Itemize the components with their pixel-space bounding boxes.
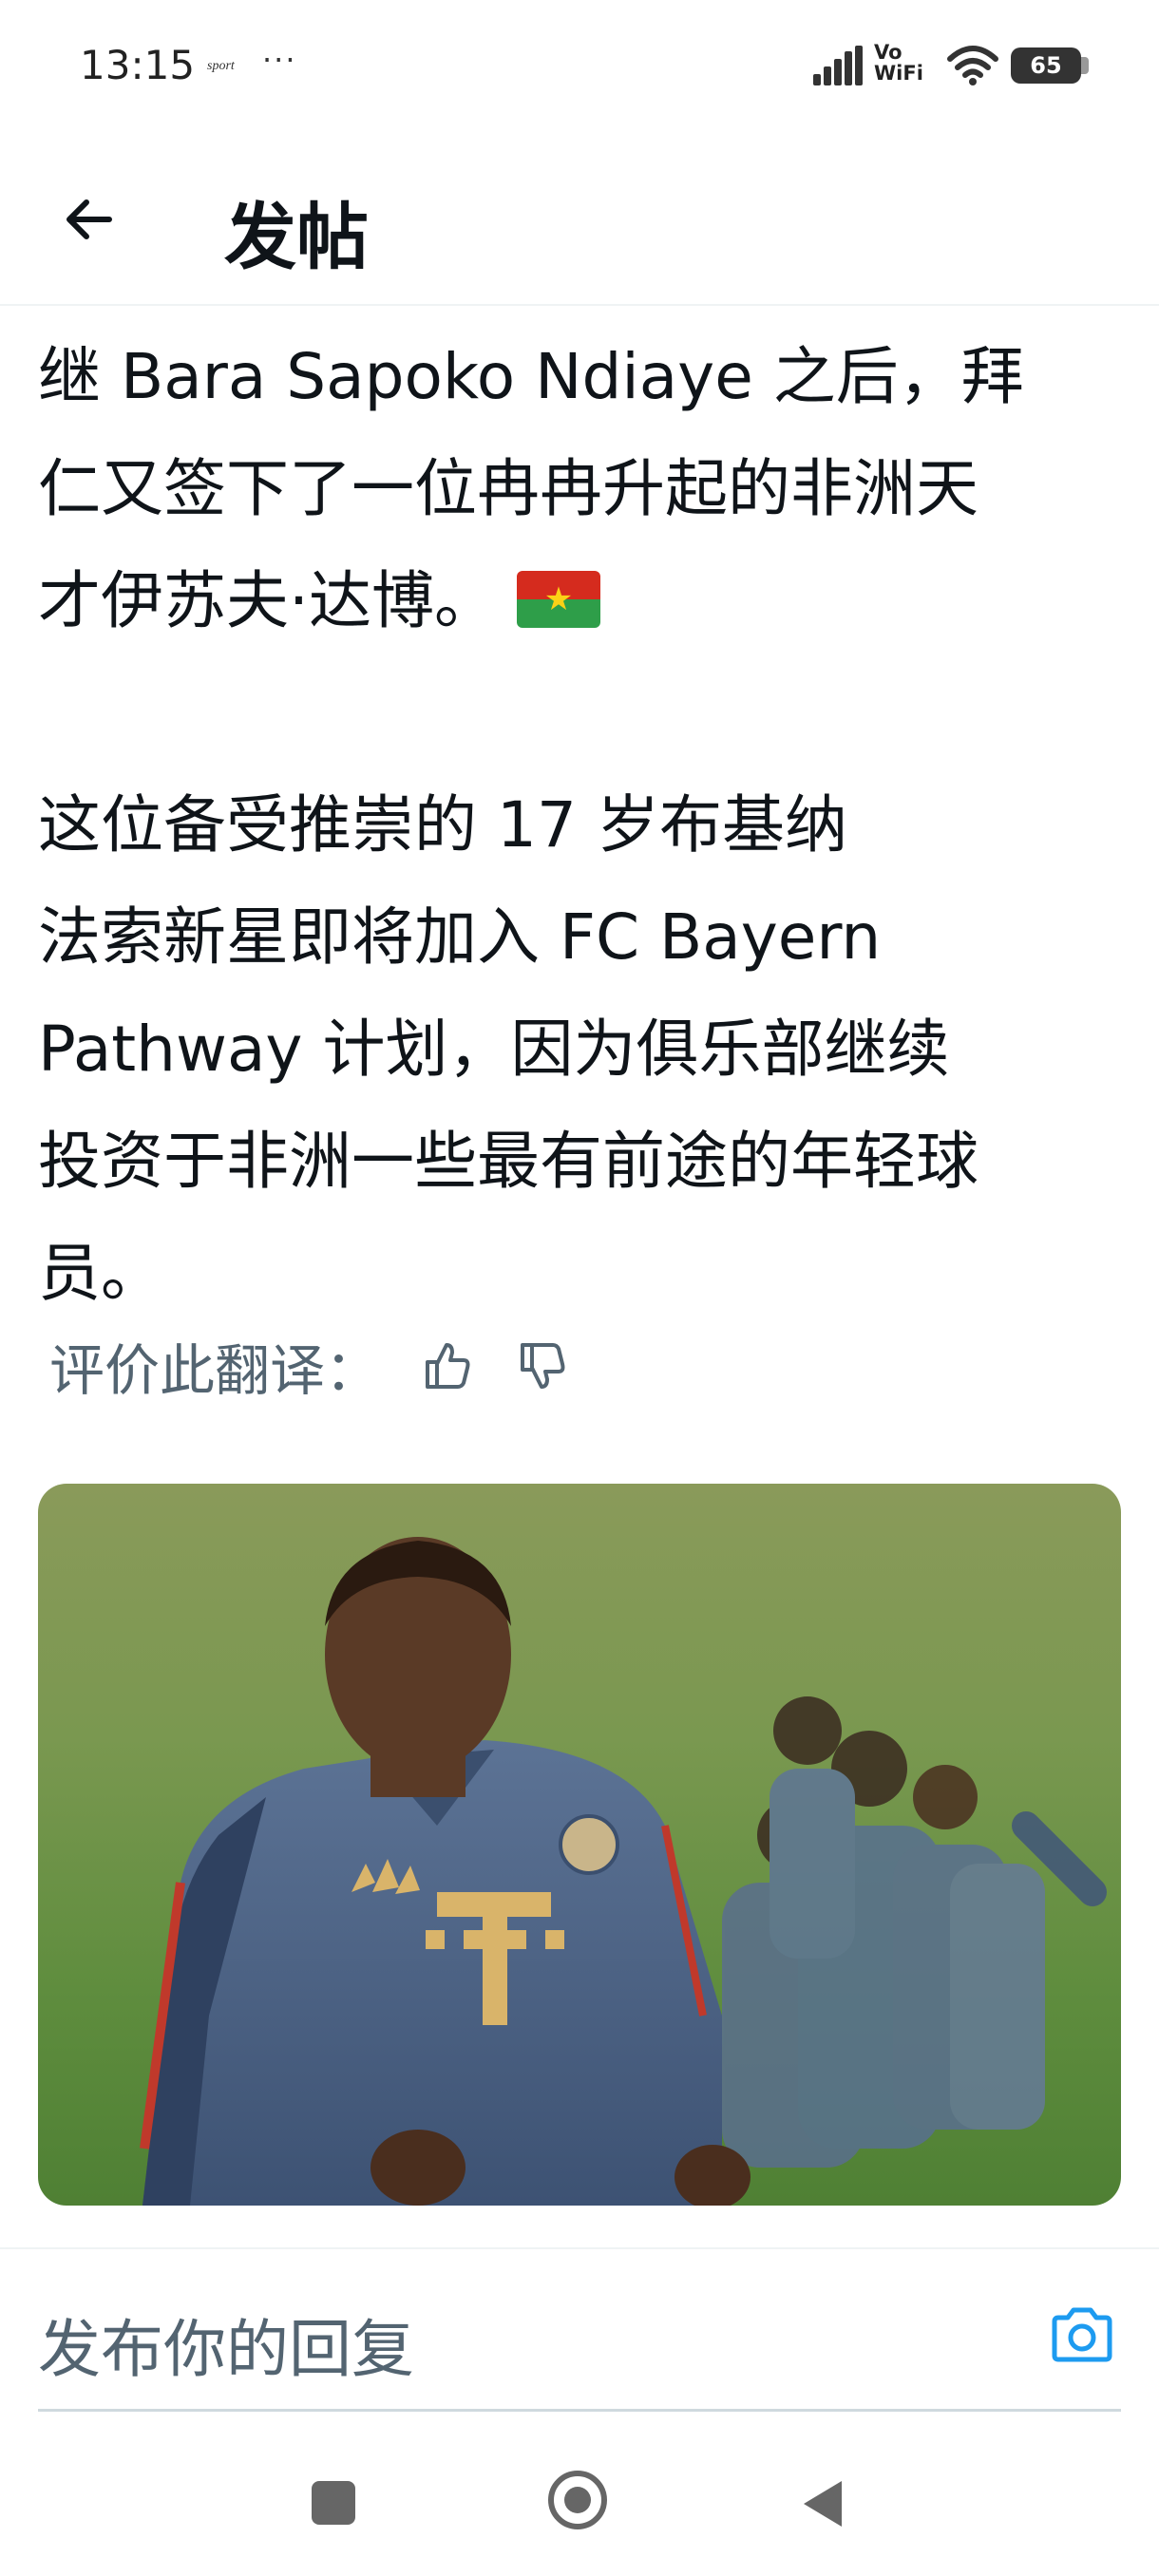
post-line: 这位备受推崇的 17 岁布基纳 bbox=[38, 788, 847, 862]
more-notifications-icon: ··· bbox=[262, 42, 297, 78]
back-button[interactable] bbox=[55, 186, 122, 253]
reply-input[interactable]: 发布你的回复 bbox=[38, 2299, 414, 2390]
post-line: Pathway 计划，因为俱乐部继续 bbox=[38, 1013, 950, 1086]
flag-star: ★ bbox=[543, 580, 574, 618]
thumbs-down-icon[interactable] bbox=[513, 1337, 570, 1394]
post-line: 员。 bbox=[38, 1237, 163, 1310]
post-line: 才伊苏夫·达博。 ★ bbox=[38, 545, 1130, 657]
reply-underline bbox=[38, 2409, 1121, 2412]
post-photo[interactable] bbox=[38, 1484, 1121, 2206]
player-training-image bbox=[38, 1484, 1121, 2206]
status-time: 13:15 bbox=[80, 42, 196, 88]
post-line-text: 才伊苏夫·达博。 bbox=[38, 564, 497, 637]
recent-apps-button[interactable] bbox=[312, 2481, 355, 2525]
camera-icon[interactable] bbox=[1049, 2306, 1115, 2363]
post-line: 继 Bara Sapoko Ndiaye 之后，拜 bbox=[38, 340, 1024, 413]
vowifi-top-label: Vo bbox=[874, 41, 902, 64]
reply-divider bbox=[0, 2247, 1159, 2249]
header: 发帖 bbox=[0, 152, 1159, 306]
vowifi-icon: Vo WiFi bbox=[874, 42, 923, 84]
burkina-faso-flag-icon: ★ bbox=[516, 571, 600, 628]
status-bar: 13:15 sport ··· Vo WiFi 65 bbox=[0, 0, 1159, 133]
sport-notification-icon: sport bbox=[207, 59, 235, 73]
battery-level: 65 bbox=[1030, 52, 1062, 79]
post-text: 继 Bara Sapoko Ndiaye 之后，拜 仁又签下了一位冉冉升起的非洲… bbox=[38, 321, 1130, 1330]
post-line: 仁又签下了一位冉冉升起的非洲天 bbox=[38, 452, 978, 525]
home-button[interactable] bbox=[547, 2470, 608, 2530]
post-line: 投资于非洲一些最有前途的年轻球 bbox=[38, 1125, 978, 1198]
cellular-signal-icon bbox=[813, 46, 863, 85]
battery-icon: 65 bbox=[1011, 47, 1081, 84]
battery-tip bbox=[1081, 57, 1089, 74]
back-triangle-button[interactable] bbox=[798, 2477, 846, 2530]
wifi-icon bbox=[947, 46, 998, 85]
thumbs-up-icon[interactable] bbox=[418, 1337, 475, 1394]
post-line: 法索新星即将加入 FC Bayern bbox=[38, 900, 882, 974]
rate-translation-row: 评价此翻译： bbox=[49, 1328, 570, 1404]
arrow-left-icon bbox=[66, 199, 112, 239]
rate-translation-label: 评价此翻译： bbox=[49, 1338, 381, 1403]
vowifi-bottom-label: WiFi bbox=[874, 62, 923, 85]
page-title: 发帖 bbox=[224, 195, 369, 279]
